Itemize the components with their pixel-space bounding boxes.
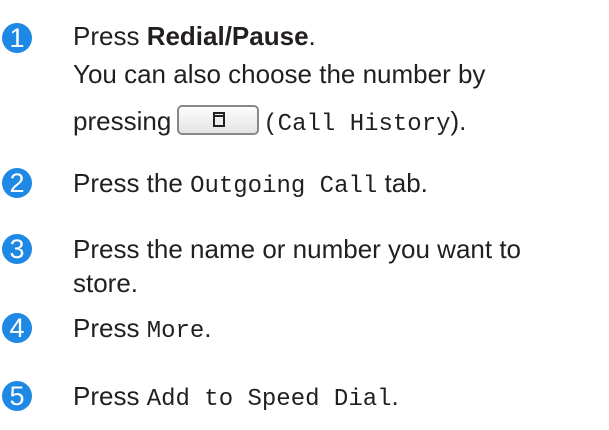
step-text-part: Press — [73, 381, 147, 411]
step-text-part: pressing — [73, 106, 172, 136]
step-number-badge: 5 — [2, 381, 32, 411]
step-text-line: store. — [73, 268, 139, 298]
step-text-line: Press the name or number you want to — [73, 234, 522, 264]
redial-pause-key-label: Redial/Pause — [146, 21, 309, 51]
step-number-badge: 1 — [2, 23, 32, 53]
step-number-badge: 2 — [2, 168, 32, 198]
outgoing-call-tab-label: Outgoing Call — [190, 173, 378, 200]
step-text-part: ). — [450, 106, 467, 136]
step-text-part: Press — [73, 313, 147, 343]
more-key-label: More — [146, 318, 205, 345]
step-text-part: . — [308, 21, 316, 51]
step-text-line: You can also choose the number by — [73, 59, 486, 89]
copy-icon — [213, 112, 226, 128]
step-text-part: Press — [73, 21, 147, 51]
step-number-badge: 3 — [2, 234, 32, 264]
add-to-speed-dial-label: Add to Speed Dial — [146, 386, 392, 413]
instruction-list: 1 Press Redial/Pause. You can also choos… — [0, 0, 609, 430]
step-text-part: . — [204, 313, 212, 343]
step-text-part: tab. — [377, 168, 428, 198]
call-history-button[interactable] — [177, 105, 260, 136]
call-history-label: (Call History — [263, 111, 451, 138]
step-text-part: . — [391, 381, 399, 411]
step-text-part: Press the — [73, 168, 191, 198]
step-number-badge: 4 — [2, 313, 32, 343]
